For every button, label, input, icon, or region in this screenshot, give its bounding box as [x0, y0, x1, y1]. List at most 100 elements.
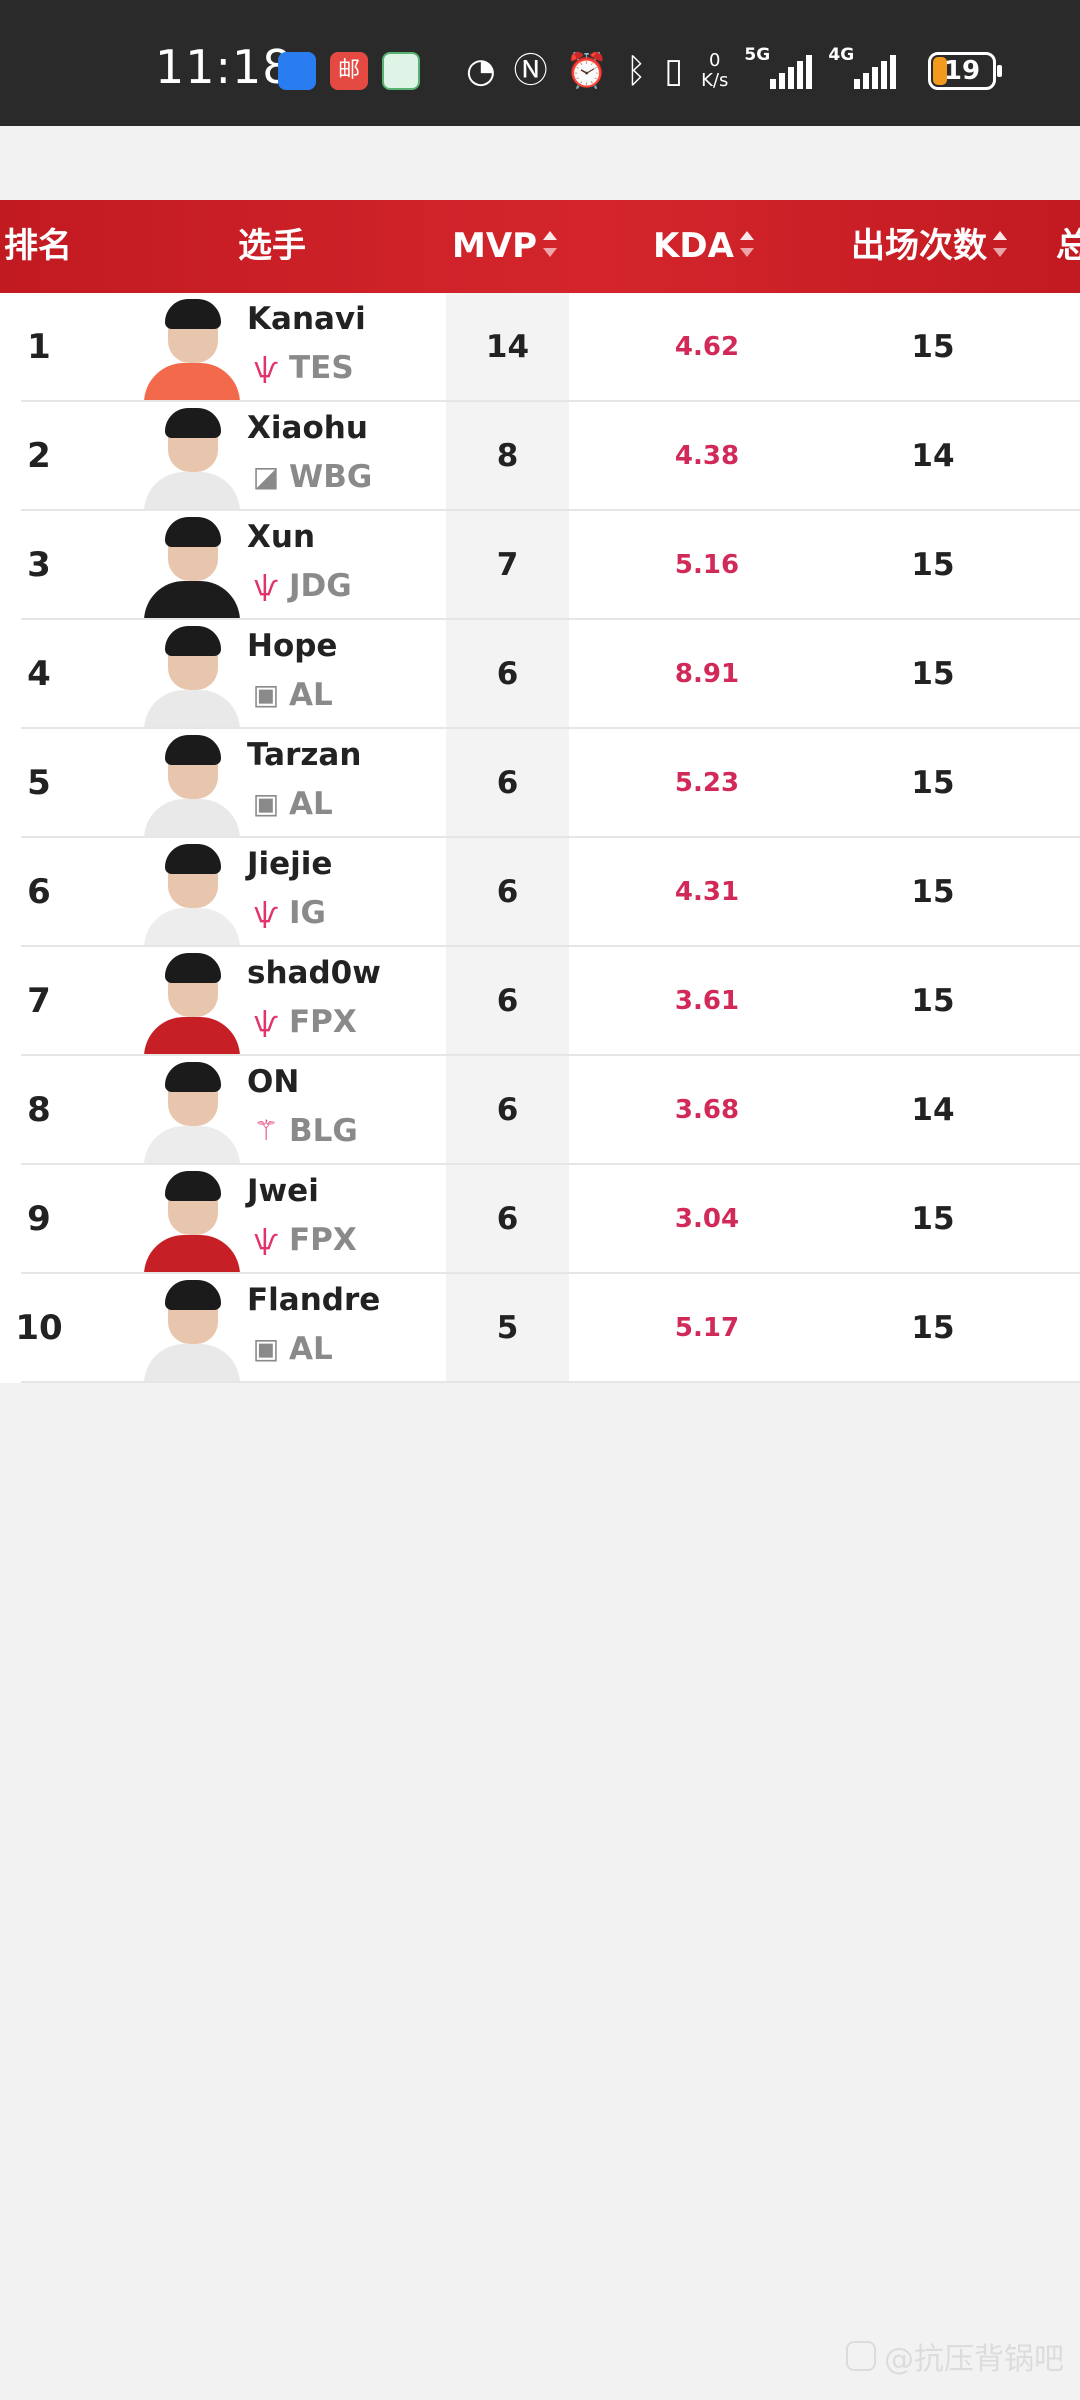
tes-logo-icon: ѱ: [253, 351, 279, 384]
table-row[interactable]: 2 Xiaohu ◪ WBG 8 4.38 14: [0, 402, 1080, 511]
table-header: 排名 选手 MVP KDA 出场次数 总: [0, 200, 1080, 293]
rank-cell: 10: [15, 1308, 63, 1348]
header-player: 选手: [238, 226, 306, 266]
player-team: ѱ JDG: [251, 566, 352, 606]
rank-cell: 5: [27, 763, 51, 803]
table-row[interactable]: 3 Xun ѱ JDG 7 5.16 15: [0, 511, 1080, 620]
sort-icon: [739, 230, 754, 257]
signal-4g-icon: 4G: [828, 45, 897, 89]
al-logo-icon: ▣: [252, 678, 280, 711]
blg-logo-icon: ⚚: [253, 1114, 279, 1147]
team-name: AL: [289, 1331, 333, 1367]
alarm-icon: ⏰: [565, 51, 609, 91]
ig-logo-icon: ѱ: [253, 896, 279, 929]
wbg-logo-icon: ◪: [252, 460, 280, 493]
player-avatar: [138, 624, 246, 729]
header-mvp[interactable]: MVP: [452, 200, 558, 293]
table-row[interactable]: 5 Tarzan ▣ AL 6 5.23 15: [0, 729, 1080, 838]
header-kda[interactable]: KDA: [653, 200, 754, 293]
games-cell: 15: [911, 765, 955, 801]
team-name: WBG: [289, 459, 373, 495]
player-team: ◪ WBG: [251, 457, 373, 497]
table-row[interactable]: 10 Flandre ▣ AL 5 5.17 15: [0, 1274, 1080, 1383]
mvp-cell: 5: [496, 1310, 519, 1346]
games-cell: 14: [911, 1092, 955, 1128]
games-cell: 15: [911, 1201, 955, 1237]
player-avatar: [138, 406, 246, 511]
player-avatar: [138, 951, 246, 1056]
player-name[interactable]: Kanavi: [247, 301, 366, 337]
player-name[interactable]: Jwei: [247, 1173, 319, 1209]
kda-cell: 5.23: [674, 768, 740, 798]
mail-app-icon: 邮: [330, 52, 368, 90]
player-team: ▣ AL: [251, 675, 333, 715]
player-avatar: [138, 733, 246, 838]
rank-cell: 9: [27, 1199, 51, 1239]
vibrate-icon: ▯: [664, 51, 684, 91]
player-name[interactable]: Flandre: [247, 1282, 380, 1318]
games-cell: 15: [911, 656, 955, 692]
table-row[interactable]: 8 ON ⚚ BLG 6 3.68 14: [0, 1056, 1080, 1165]
player-name[interactable]: Tarzan: [247, 737, 361, 773]
team-name: BLG: [289, 1113, 358, 1149]
player-name[interactable]: shad0w: [247, 955, 381, 991]
net-speed-value: 0: [709, 50, 721, 71]
row-divider: [21, 1381, 1080, 1383]
kda-cell: 5.16: [674, 550, 740, 580]
team-name: IG: [289, 895, 326, 931]
speedometer-icon: ◔: [466, 51, 496, 91]
signal-4g-label: 4G: [828, 45, 855, 65]
rank-cell: 8: [27, 1090, 51, 1130]
sort-icon: [543, 230, 558, 257]
clock: 11:18: [155, 40, 293, 94]
games-cell: 14: [911, 438, 955, 474]
al-logo-icon: ▣: [252, 1332, 280, 1365]
mvp-cell: 6: [496, 874, 519, 910]
player-team: ѱ FPX: [251, 1220, 357, 1260]
mvp-cell: 14: [485, 329, 530, 365]
kda-cell: 3.61: [674, 986, 740, 1016]
team-name: FPX: [289, 1004, 357, 1040]
player-avatar: [138, 1060, 246, 1165]
table-row[interactable]: 1 Kanavi ѱ TES 14 4.62 15: [0, 293, 1080, 402]
system-icons: ◔ Ⓝ ⏰ ᛒ ▯ 0 K/s 5G 4G: [466, 45, 897, 96]
games-cell: 15: [911, 983, 955, 1019]
table-row[interactable]: 6 Jiejie ѱ IG 6 4.31 15: [0, 838, 1080, 947]
team-name: TES: [289, 350, 354, 386]
kda-cell: 5.17: [674, 1313, 740, 1343]
games-cell: 15: [911, 874, 955, 910]
kda-cell: 4.31: [674, 877, 740, 907]
table-row[interactable]: 9 Jwei ѱ FPX 6 3.04 15: [0, 1165, 1080, 1274]
player-avatar: [138, 297, 246, 402]
table-body: 1 Kanavi ѱ TES 14 4.62 15 2 Xiaohu ◪ WBG 8 4.38 14 3 Xu…: [0, 293, 1080, 1383]
net-speed-unit: K/s: [701, 70, 729, 91]
player-team: ⚚ BLG: [251, 1111, 358, 1151]
kda-cell: 4.38: [674, 441, 740, 471]
player-name[interactable]: Xun: [247, 519, 315, 555]
player-avatar: [138, 1169, 246, 1274]
mvp-cell: 6: [496, 1092, 519, 1128]
player-name[interactable]: Jiejie: [247, 846, 332, 882]
header-rank: 排名: [4, 226, 72, 266]
team-name: FPX: [289, 1222, 357, 1258]
team-name: JDG: [289, 568, 352, 604]
shield-app-icon: [278, 52, 316, 90]
net-speed: 0 K/s: [701, 51, 728, 91]
player-name[interactable]: ON: [247, 1064, 299, 1100]
kda-cell: 3.04: [674, 1204, 740, 1234]
player-avatar: [138, 515, 246, 620]
player-name[interactable]: Hope: [247, 628, 337, 664]
al-logo-icon: ▣: [252, 787, 280, 820]
player-name[interactable]: Xiaohu: [247, 410, 368, 446]
header-extra[interactable]: 总: [1056, 200, 1080, 293]
rank-cell: 7: [27, 981, 51, 1021]
rank-cell: 4: [27, 654, 51, 694]
watermark-logo-icon: [846, 2341, 876, 2371]
table-row[interactable]: 7 shad0w ѱ FPX 6 3.61 15: [0, 947, 1080, 1056]
kda-cell: 3.68: [674, 1095, 740, 1125]
header-games[interactable]: 出场次数: [851, 200, 1007, 293]
mvp-cell: 6: [496, 983, 519, 1019]
player-avatar: [138, 842, 246, 947]
fpx-logo-icon: ѱ: [253, 1223, 279, 1256]
table-row[interactable]: 4 Hope ▣ AL 6 8.91 15: [0, 620, 1080, 729]
